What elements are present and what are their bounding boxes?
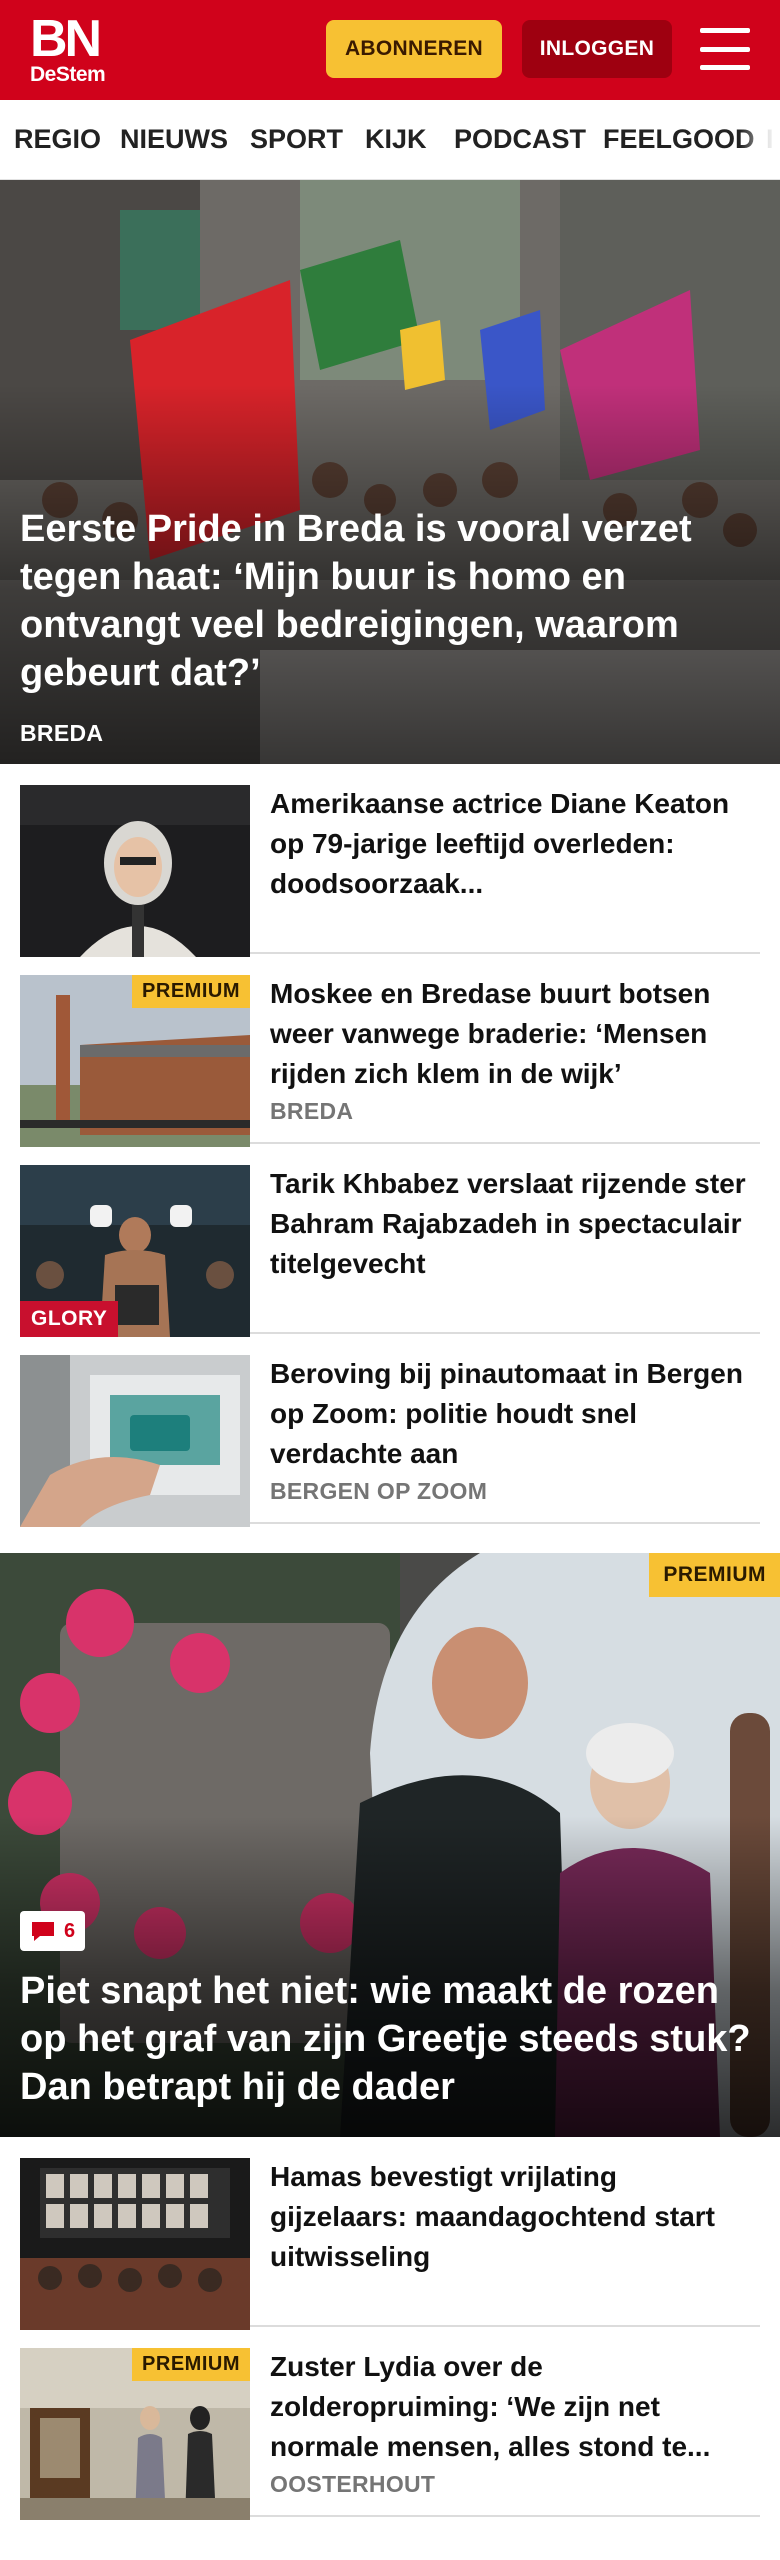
nav-item-nieuws[interactable]: NIEUWS — [120, 100, 228, 178]
subscribe-button[interactable]: ABONNEREN — [326, 20, 502, 78]
login-button[interactable]: INLOGGEN — [522, 20, 672, 78]
nav-item-feelgood[interactable]: FEELGOOD — [603, 100, 755, 178]
nav-item-kijk[interactable]: KIJK — [365, 100, 427, 178]
article-title[interactable]: Hamas bevestigt vrijlating gijzelaars: m… — [270, 2157, 750, 2277]
article-category: OOSTERHOUT — [270, 2471, 436, 2497]
article-category: BERGEN OP ZOOM — [270, 1478, 488, 1504]
list-item[interactable]: PREMIUM Moskee en Bredase buurt botsen w… — [20, 954, 760, 1147]
hero-article[interactable]: Eerste Pride in Breda is vooral verzet t… — [0, 180, 780, 764]
nav-fade — [740, 100, 780, 178]
logo-sub: DeStem — [30, 63, 106, 86]
article-thumbnail: PREMIUM — [20, 975, 250, 1147]
comment-count: 6 — [64, 1919, 76, 1942]
article-title[interactable]: Moskee en Bredase buurt botsen weer vanw… — [270, 974, 750, 1094]
nav-item-sport[interactable]: SPORT — [250, 100, 343, 178]
list-item[interactable]: Beroving bij pinautomaat in Bergen op Zo… — [20, 1334, 760, 1527]
premium-badge: PREMIUM — [132, 975, 250, 1008]
premium-badge: PREMIUM — [649, 1553, 780, 1597]
hero-category: BREDA — [20, 720, 104, 746]
feature-article[interactable]: PREMIUM 6 Piet snapt het niet: wie maakt… — [0, 1553, 780, 2137]
article-title[interactable]: Beroving bij pinautomaat in Bergen op Zo… — [270, 1354, 750, 1474]
article-thumbnail: PREMIUM — [20, 2348, 250, 2520]
article-thumbnail — [20, 785, 250, 957]
article-title[interactable]: Zuster Lydia over de zolderopruiming: ‘W… — [270, 2347, 750, 2467]
feature-title[interactable]: Piet snapt het niet: wie maakt de rozen … — [20, 1967, 765, 2111]
article-category: BREDA — [270, 1098, 354, 1124]
comment-count-badge[interactable]: 6 — [20, 1911, 86, 1951]
list-item[interactable]: Hamas bevestigt vrijlating gijzelaars: m… — [20, 2137, 760, 2330]
comment-icon — [32, 1922, 54, 1941]
hamburger-menu-icon[interactable] — [698, 24, 752, 74]
article-thumbnail — [20, 1355, 250, 1527]
article-title[interactable]: Amerikaanse actrice Diane Keaton op 79-j… — [270, 784, 750, 904]
list-item[interactable]: PREMIUM Zuster Lydia over de zolderoprui… — [20, 2327, 760, 2520]
list-item[interactable]: Amerikaanse actrice Diane Keaton op 79-j… — [20, 764, 760, 957]
top-bar: BN DeStem ABONNEREN INLOGGEN — [0, 0, 780, 100]
nav-item-podcast[interactable]: PODCAST — [454, 100, 586, 178]
hero-title[interactable]: Eerste Pride in Breda is vooral verzet t… — [20, 505, 760, 697]
logo-main: BN — [30, 10, 102, 68]
list-item[interactable]: GLORY Tarik Khbabez verslaat rijzende st… — [20, 1144, 760, 1337]
article-title[interactable]: Tarik Khbabez verslaat rijzende ster Bah… — [270, 1164, 750, 1284]
nav-item-regio[interactable]: REGIO — [14, 100, 101, 178]
article-thumbnail: GLORY — [20, 1165, 250, 1337]
site-logo[interactable]: BN DeStem — [30, 10, 110, 88]
section-nav: REGIO NIEUWS SPORT KIJK PODCAST FEELGOOD… — [0, 100, 780, 180]
article-thumbnail — [20, 2158, 250, 2330]
glory-badge: GLORY — [20, 1301, 119, 1337]
premium-badge: PREMIUM — [132, 2348, 250, 2381]
